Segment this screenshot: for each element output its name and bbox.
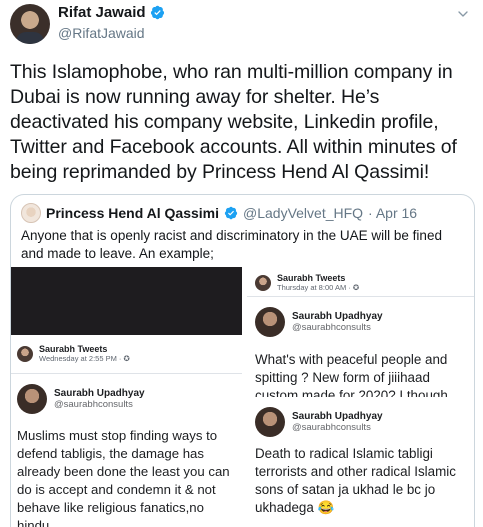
media-image-right-top[interactable]: Saurabh Tweets Thursday at 8:00 AM · ✪ S…	[245, 267, 474, 397]
quoted-author-avatar	[21, 203, 41, 223]
chevron-down-icon[interactable]	[455, 6, 471, 22]
divider	[11, 373, 242, 374]
tweet: Rifat Jawaid @RifatJawaid This Islamopho…	[0, 0, 483, 527]
author-handle[interactable]: @RifatJawaid	[58, 25, 165, 41]
fb-page-header: Saurabh Tweets Wednesday at 2:55 PM · ✪	[17, 344, 130, 363]
fb-post-time: Thursday at 8:00 AM · ✪	[277, 283, 360, 292]
quoted-handle: @LadyVelvet_HFQ	[243, 205, 364, 221]
author-photo	[255, 307, 285, 337]
page-avatar	[17, 345, 33, 362]
fb-author: Saurabh Upadhyay @saurabhconsults	[255, 307, 383, 337]
fb-post-text: What's with peaceful people and spitting…	[255, 352, 448, 397]
dark-region	[11, 267, 242, 335]
author-photo	[17, 384, 47, 414]
fb-author-handle: @saurabhconsults	[292, 322, 371, 333]
media-image-left[interactable]: Saurabh Tweets Wednesday at 2:55 PM · ✪ …	[11, 267, 242, 527]
fb-post-text: Muslims must stop finding ways to defend…	[17, 428, 230, 527]
quoted-media-grid: Saurabh Tweets Wednesday at 2:55 PM · ✪ …	[11, 267, 474, 527]
tweet-text: This Islamophobe, who ran multi-million …	[10, 61, 457, 183]
quoted-display-name: Princess Hend Al Qassimi	[46, 205, 219, 221]
fb-author-name: Saurabh Upadhyay	[292, 411, 383, 422]
fb-author-handle: @saurabhconsults	[292, 422, 371, 433]
fb-page-header: Saurabh Tweets Thursday at 8:00 AM · ✪	[255, 273, 359, 292]
author-avatar[interactable]	[10, 4, 50, 44]
fb-author-name: Saurabh Upadhyay	[54, 388, 145, 399]
author-photo	[255, 407, 285, 437]
media-image-right-bottom[interactable]: Saurabh Upadhyay @saurabhconsults Death …	[245, 399, 474, 527]
fb-author-handle: @saurabhconsults	[54, 399, 133, 410]
fb-post-time: Wednesday at 2:55 PM · ✪	[39, 354, 130, 363]
page-avatar	[255, 274, 271, 291]
fb-author-name: Saurabh Upadhyay	[292, 311, 383, 322]
fb-author: Saurabh Upadhyay @saurabhconsults	[17, 384, 145, 414]
author-name-block: Rifat Jawaid @RifatJawaid	[58, 4, 165, 41]
verified-badge-icon	[224, 206, 238, 220]
fb-post-text: Death to radical Islamic tabligi terrori…	[255, 446, 456, 515]
quoted-tweet-header: Princess Hend Al Qassimi @LadyVelvet_HFQ…	[21, 203, 417, 223]
quoted-date: · Apr 16	[368, 205, 418, 221]
fb-author: Saurabh Upadhyay @saurabhconsults	[255, 407, 383, 437]
fb-page-name: Saurabh Tweets	[277, 273, 346, 283]
verified-badge-icon	[150, 5, 164, 20]
fb-page-name: Saurabh Tweets	[39, 344, 108, 354]
quoted-tweet[interactable]: Princess Hend Al Qassimi @LadyVelvet_HFQ…	[10, 194, 475, 527]
author-display-name[interactable]: Rifat Jawaid	[58, 4, 146, 21]
quoted-text: Anyone that is openly racist and discrim…	[21, 228, 442, 261]
divider	[247, 296, 474, 297]
